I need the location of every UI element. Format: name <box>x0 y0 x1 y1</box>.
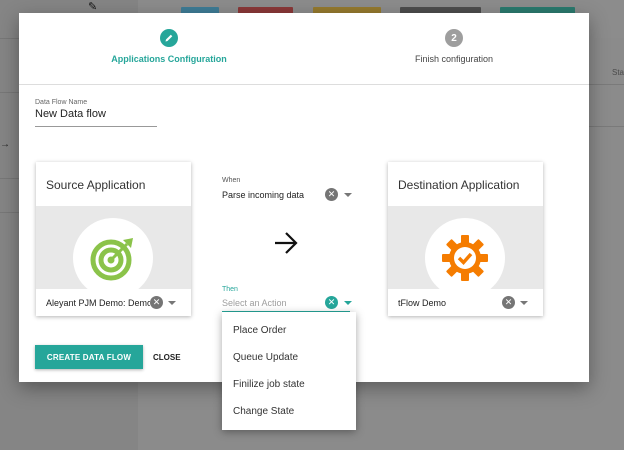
step-finish-configuration[interactable]: 2 Finish configuration <box>397 29 511 64</box>
source-application-title: Source Application <box>46 178 146 192</box>
menu-item-place-order[interactable]: Place Order <box>222 317 356 344</box>
menu-item-change-state[interactable]: Change State <box>222 398 356 425</box>
background-arrow-icon: → <box>0 139 10 150</box>
close-button[interactable]: CLOSE <box>153 345 181 369</box>
clear-icon[interactable]: ✕ <box>325 296 338 309</box>
destination-application-title: Destination Application <box>398 178 520 192</box>
clear-icon[interactable]: ✕ <box>150 296 163 309</box>
data-flow-name-field[interactable]: Data Flow Name New Data flow <box>35 99 157 127</box>
step-label: Applications Configuration <box>111 54 227 64</box>
source-application-value: Aleyant PJM Demo: Demo <box>46 297 150 308</box>
action-dropdown-menu: Place Order Queue Update Finilize job st… <box>222 312 356 430</box>
data-flow-name-label: Data Flow Name <box>35 99 88 106</box>
chevron-down-icon[interactable] <box>520 301 528 305</box>
gear-check-icon <box>425 218 505 289</box>
menu-item-finilize-job-state[interactable]: Finilize job state <box>222 371 356 398</box>
stepper: Applications Configuration 2 Finish conf… <box>19 13 589 85</box>
then-action-select[interactable]: Then Select an Action ✕ <box>222 286 352 312</box>
background-column-label: Sta <box>612 68 624 77</box>
source-application-image <box>36 206 191 289</box>
clear-icon[interactable]: ✕ <box>325 188 338 201</box>
menu-item-queue-update[interactable]: Queue Update <box>222 344 356 371</box>
step-number: 2 <box>445 29 463 47</box>
step-applications-configuration[interactable]: Applications Configuration <box>105 29 233 64</box>
pencil-icon <box>160 29 178 47</box>
then-label: Then <box>222 286 238 293</box>
destination-application-select[interactable]: tFlow Demo ✕ <box>388 289 543 316</box>
destination-application-value: tFlow Demo <box>398 297 447 308</box>
source-application-card: Source Application Aleyant PJM Demo: Dem… <box>36 162 191 316</box>
destination-application-card: Destination Application tFlow Demo ✕ <box>388 162 543 316</box>
data-flow-name-input[interactable]: New Data flow <box>35 108 157 127</box>
chevron-down-icon[interactable] <box>344 193 352 197</box>
background-pencil-icon: ✎ <box>88 1 98 13</box>
chevron-down-icon[interactable] <box>168 301 176 305</box>
create-data-flow-button[interactable]: CREATE DATA FLOW <box>35 345 143 369</box>
source-application-select[interactable]: Aleyant PJM Demo: Demo ✕ <box>36 289 191 316</box>
target-icon <box>73 218 153 289</box>
step-label: Finish configuration <box>414 54 494 64</box>
when-trigger-select[interactable]: When Parse incoming data ✕ <box>222 177 352 201</box>
clear-icon[interactable]: ✕ <box>502 296 515 309</box>
when-label: When <box>222 177 241 184</box>
destination-application-image <box>388 206 543 289</box>
chevron-down-icon[interactable] <box>344 301 352 305</box>
arrow-right-icon <box>273 231 299 260</box>
